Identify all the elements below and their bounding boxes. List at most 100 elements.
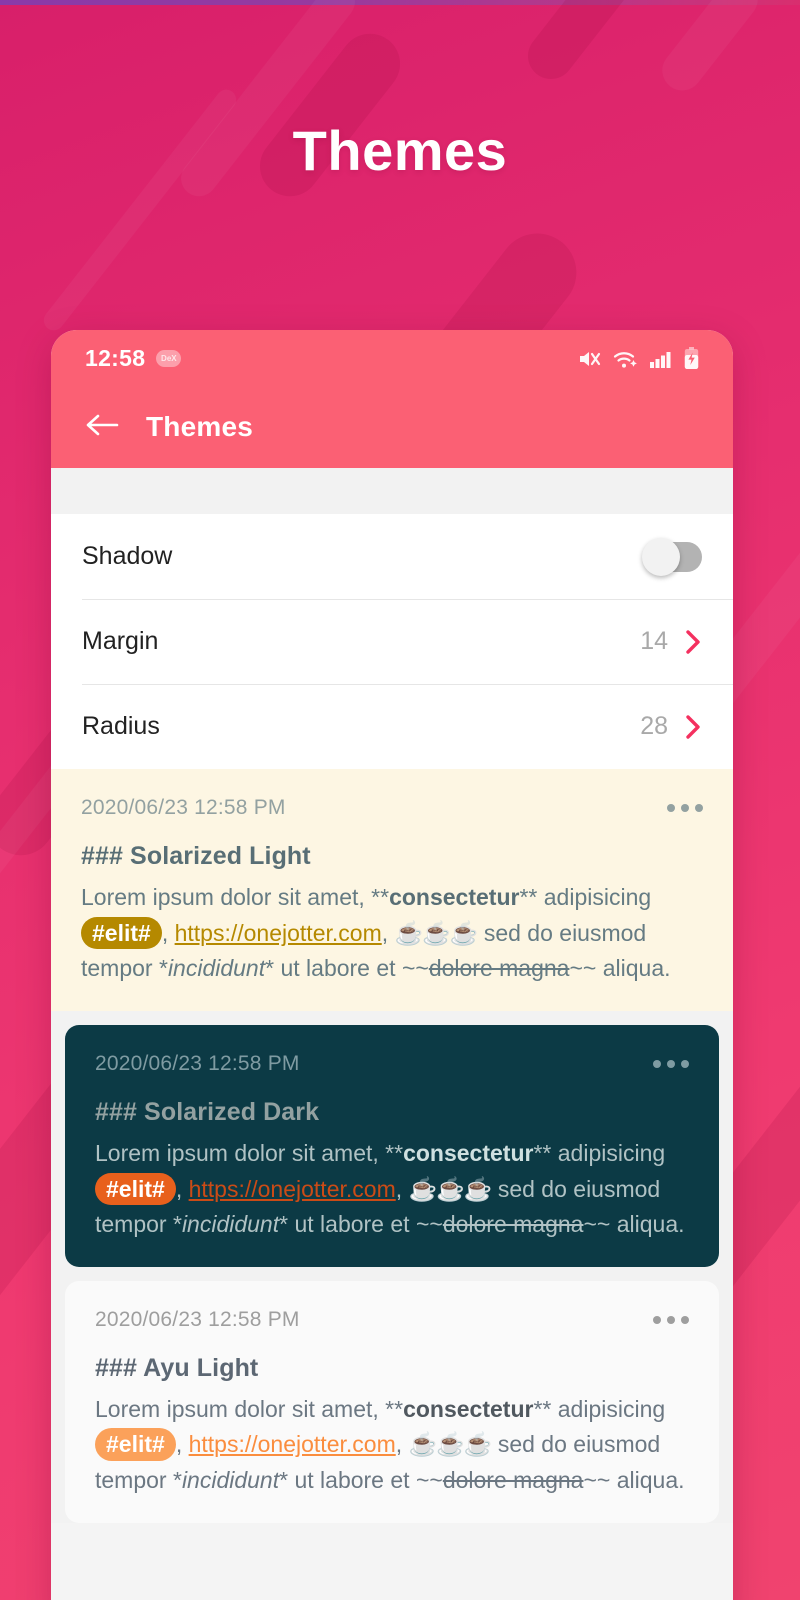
note-card[interactable]: 2020/06/23 12:58 PM ### Ayu Light Lorem … [65, 1280, 719, 1523]
body-italic: incididunt [181, 1211, 280, 1238]
note-more-options-icon[interactable] [667, 804, 703, 812]
chevron-right-icon[interactable] [685, 714, 702, 740]
setting-row-radius[interactable]: Radius 28 [51, 684, 733, 769]
app-bar: Themes [51, 386, 733, 468]
note-meta: 2020/06/23 12:58 PM [81, 796, 703, 820]
hashtag-chip[interactable]: #elit# [95, 1172, 176, 1206]
setting-value-radius: 28 [640, 712, 668, 740]
body-italic: incididunt [167, 955, 266, 982]
bold-mark-close: ** [533, 1139, 552, 1166]
body-seg: ut labore et [288, 1467, 416, 1494]
italic-mark-open: * [172, 1467, 182, 1494]
body-seg: Lorem ipsum dolor sit amet, [81, 884, 372, 910]
setting-row-shadow[interactable]: Shadow [51, 514, 733, 599]
page-title: Themes [292, 119, 508, 182]
body-bold: consectetur [403, 1139, 534, 1166]
top-accent-strip [0, 0, 800, 5]
italic-mark-close: * [279, 1467, 289, 1494]
dex-badge-icon: DeX [156, 349, 182, 367]
bold-mark-open: ** [371, 884, 390, 910]
toggle-knob [642, 537, 680, 576]
note-link[interactable]: https://onejotter.com [189, 1431, 396, 1457]
setting-row-margin[interactable]: Margin 14 [51, 599, 733, 684]
decor-bar-4 [654, 0, 766, 99]
note-meta: 2020/06/23 12:58 PM [95, 1052, 689, 1076]
signal-icon [650, 351, 671, 368]
body-strike: dolore magna [442, 1467, 584, 1494]
body-bold: consectetur [403, 1395, 534, 1422]
note-more-options-icon[interactable] [653, 1059, 689, 1068]
bold-mark-close: ** [519, 884, 538, 910]
note-timestamp: 2020/06/23 12:58 PM [81, 796, 286, 819]
body-seg: ut labore et [288, 1211, 416, 1238]
note-heading: ### Ayu Light [95, 1353, 259, 1382]
italic-mark-close: * [279, 1211, 289, 1238]
note-link[interactable]: https://onejotter.com [175, 920, 382, 946]
note-timestamp: 2020/06/23 12:58 PM [95, 1051, 300, 1075]
note-timestamp: 2020/06/23 12:58 PM [95, 1307, 300, 1331]
setting-control-radius: 28 [640, 712, 702, 741]
body-seg: aliqua. [596, 955, 671, 982]
note-body: Lorem ipsum dolor sit amet, **consectetu… [81, 880, 703, 987]
strike-mark-close: ~~ [569, 955, 597, 982]
coffee-emoji: ☕☕☕ [408, 1431, 493, 1458]
note-body: Lorem ipsum dolor sit amet, **consectetu… [95, 1392, 689, 1499]
body-seg: Lorem ipsum dolor sit amet, [95, 1139, 386, 1166]
status-time: 12:58 [85, 344, 146, 371]
app-bar-title: Themes [146, 411, 254, 442]
body-seg: Lorem ipsum dolor sit amet, [95, 1395, 386, 1422]
note-link[interactable]: https://onejotter.com [189, 1176, 396, 1202]
setting-control-margin: 14 [640, 627, 702, 656]
note-body: Lorem ipsum dolor sit amet, **consectetu… [95, 1136, 689, 1243]
body-seg: ut labore et [274, 955, 402, 982]
shadow-toggle[interactable] [642, 537, 702, 576]
body-seg: adipisicing [537, 884, 652, 910]
strike-mark-close: ~~ [583, 1211, 611, 1238]
body-seg: adipisicing [551, 1139, 666, 1166]
section-gap [51, 468, 733, 514]
body-seg: , [395, 1175, 409, 1202]
note-more-options-icon[interactable] [653, 1315, 689, 1324]
setting-label-radius: Radius [82, 712, 160, 740]
strike-mark-close: ~~ [583, 1467, 611, 1494]
phone-mockup: 12:58 DeX Themes Shadow Margin 14 Radius… [51, 330, 733, 1600]
strike-mark-open: ~~ [415, 1211, 443, 1238]
body-seg: , [395, 1431, 409, 1458]
italic-mark-open: * [158, 955, 168, 982]
note-meta: 2020/06/23 12:58 PM [95, 1308, 689, 1332]
note-card[interactable]: 2020/06/23 12:58 PM ### Solarized Light … [51, 769, 733, 1011]
note-heading: ### Solarized Light [81, 842, 311, 870]
body-seg: adipisicing [551, 1395, 666, 1422]
setting-label-shadow: Shadow [82, 542, 173, 570]
bold-mark-open: ** [385, 1395, 404, 1422]
body-italic: incididunt [181, 1467, 280, 1494]
setting-value-margin: 14 [640, 627, 668, 655]
battery-charging-icon [684, 346, 699, 369]
note-card[interactable]: 2020/06/23 12:58 PM ### Solarized Dark L… [65, 1024, 719, 1267]
body-seg: aliqua. [610, 1467, 685, 1494]
hashtag-chip[interactable]: #elit# [81, 916, 162, 950]
body-seg: aliqua. [610, 1211, 685, 1238]
decor-bar-3 [518, 0, 648, 89]
chevron-right-icon[interactable] [685, 629, 702, 655]
strike-mark-open: ~~ [401, 955, 429, 982]
note-heading: ### Solarized Dark [95, 1097, 320, 1126]
strike-mark-open: ~~ [415, 1467, 443, 1494]
body-bold: consectetur [389, 884, 520, 910]
body-seg: , [175, 1431, 189, 1458]
italic-mark-close: * [265, 955, 275, 982]
coffee-emoji: ☕☕☕ [394, 919, 479, 946]
body-strike: dolore magna [428, 955, 570, 982]
coffee-emoji: ☕☕☕ [408, 1175, 493, 1202]
mute-icon [580, 351, 601, 366]
bold-mark-open: ** [385, 1139, 404, 1166]
bold-mark-close: ** [533, 1395, 552, 1422]
status-bar: 12:58 DeX [51, 330, 733, 386]
hashtag-chip[interactable]: #elit# [95, 1428, 176, 1462]
back-arrow-icon[interactable] [85, 412, 119, 443]
setting-label-margin: Margin [82, 627, 159, 655]
body-seg: , [161, 919, 175, 946]
wifi-icon [613, 351, 637, 368]
body-strike: dolore magna [442, 1211, 584, 1238]
status-icons [577, 346, 699, 370]
